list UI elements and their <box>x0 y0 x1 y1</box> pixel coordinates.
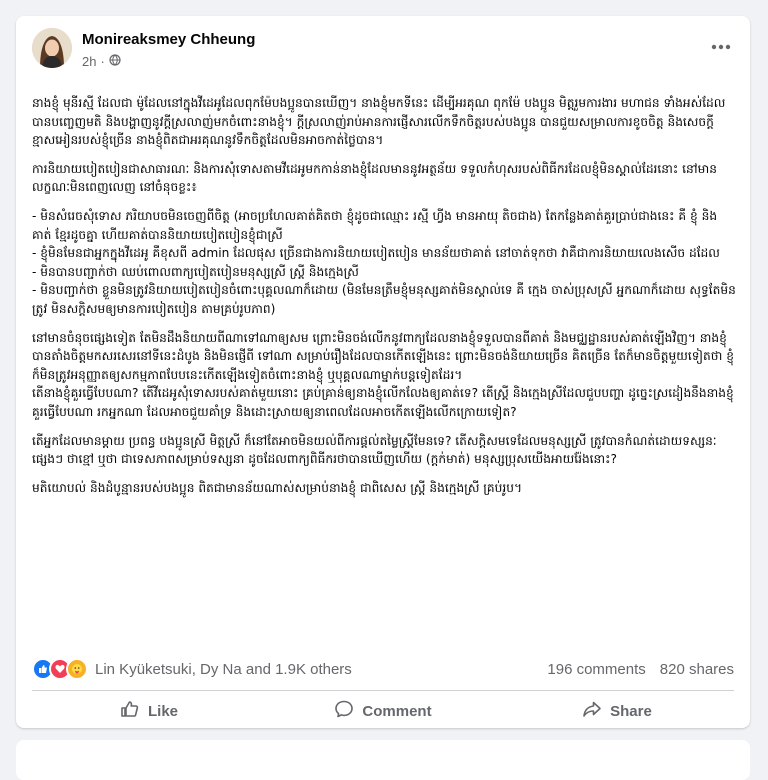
comment-button[interactable]: Comment <box>266 694 500 728</box>
share-button[interactable]: Share <box>500 694 734 728</box>
shares-count[interactable]: 820 shares <box>660 661 734 678</box>
share-icon <box>582 699 602 723</box>
engagement-bar: Lin Kyüketsuki, Dy Na and 1.9K others 19… <box>32 656 734 682</box>
list-item: - ខ្ញុំមិនមែនជាអ្នកក្នុងវីដេអូ គឺខុសពី a… <box>32 246 720 261</box>
like-icon <box>120 699 140 723</box>
meta-separator: · <box>100 54 105 69</box>
post-time[interactable]: 2h <box>82 54 96 69</box>
author-name[interactable]: Monireaksmey Chheung <box>82 31 255 48</box>
post-paragraph: នាងខ្ញុំ មុនីរស្មី ដែលជា ម៉ូដែលនៅក្នុងវី… <box>32 96 726 148</box>
globe-icon <box>109 54 121 69</box>
care-reaction-icon <box>66 658 88 680</box>
list-item: - មិនបញ្ជាក់ថា ខ្លួនមិនត្រូវនិយាយបៀតបៀនច… <box>32 283 736 316</box>
divider <box>32 690 734 691</box>
post-paragraph: នៅមានចំនុចផ្សេងទៀត តែមិនដឹងនិយាយពីណាទៅណា… <box>32 330 735 419</box>
post-bullet-list: - មិនសំរេចសុំទោស ភរិយាបចមិនចេញពីចិត្ត (អ… <box>32 207 736 319</box>
more-icon[interactable] <box>704 30 738 64</box>
reaction-summary[interactable]: Lin Kyüketsuki, Dy Na and 1.9K others <box>32 658 352 680</box>
like-button[interactable]: Like <box>32 694 266 728</box>
list-item: - មិនបានបញ្ជាក់ថា ឈប់ពោលពាក្យបៀតបៀនមនុស្… <box>32 264 359 279</box>
post-header: Monireaksmey Chheung 2h · <box>16 16 750 86</box>
next-post-card <box>16 740 750 780</box>
post-card: Monireaksmey Chheung 2h · នាងខ្ញុំ មុនីរ… <box>16 16 750 728</box>
post-paragraph: តើអ្នកដែលមានម្តាយ ប្រពន្ធ បងប្អូនស្រី មិ… <box>32 433 717 467</box>
like-label: Like <box>147 702 178 720</box>
share-label: Share <box>610 702 652 720</box>
action-bar: Like Comment Share <box>32 694 734 728</box>
post-paragraph: មតិយោបល់ និងដំបូន្មានរបស់បងប្អូន ពិតជាមា… <box>32 480 523 495</box>
comments-count[interactable]: 196 comments <box>547 661 645 678</box>
avatar[interactable] <box>32 28 72 68</box>
post-meta: 2h · <box>82 54 121 69</box>
post-body: នាងខ្ញុំ មុនីរស្មី ដែលជា ម៉ូដែលនៅក្នុងវី… <box>32 94 736 507</box>
list-item: - មិនសំរេចសុំទោស ភរិយាបចមិនចេញពីចិត្ត (អ… <box>32 208 718 242</box>
comment-icon <box>334 699 354 723</box>
reactors-text[interactable]: Lin Kyüketsuki, Dy Na and 1.9K others <box>95 661 352 678</box>
post-paragraph: ការនិយាយបៀតបៀនជាសាធារណៈ និងការសុំទោសតាមវ… <box>32 161 717 195</box>
engagement-counts: 196 comments 820 shares <box>547 661 734 678</box>
comment-label: Comment <box>362 702 432 720</box>
